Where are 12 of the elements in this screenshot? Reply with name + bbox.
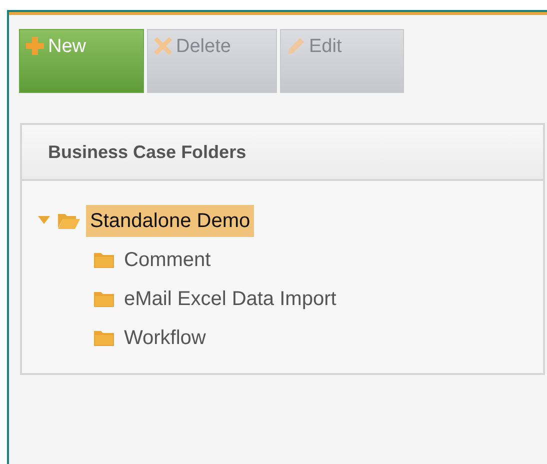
tree-item[interactable]: eMail Excel Data Import — [120, 282, 340, 314]
folder-icon — [94, 290, 114, 306]
tree-item[interactable]: Standalone Demo — [86, 204, 254, 236]
tree-item[interactable]: Comment — [120, 244, 215, 276]
folder-icon — [94, 330, 114, 346]
close-icon — [154, 37, 172, 55]
folder-icon — [94, 252, 114, 268]
plus-icon — [26, 37, 44, 55]
folder-icon — [58, 212, 80, 228]
expand-caret-icon[interactable] — [38, 216, 50, 224]
tree-item[interactable]: Workflow — [120, 322, 210, 354]
pencil-icon — [287, 37, 305, 55]
